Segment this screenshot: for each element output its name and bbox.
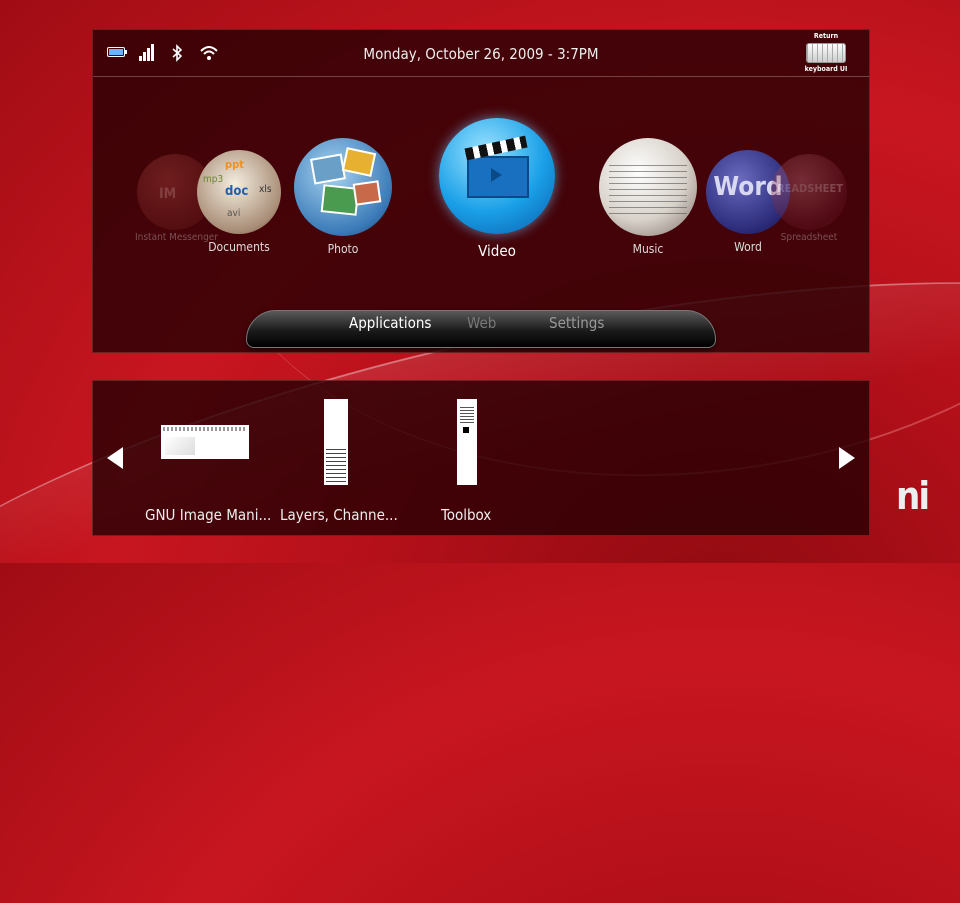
window-preview xyxy=(161,425,249,459)
app-icon-text: avi xyxy=(227,208,241,219)
app-icon-text: READSHEET xyxy=(777,182,843,195)
app-label: Video xyxy=(478,242,516,260)
tab-settings[interactable]: Settings xyxy=(549,314,604,332)
documents-icon: ppt doc mp3 xls avi xyxy=(197,150,281,234)
app-spreadsheet[interactable]: READSHEET Spreadsheet xyxy=(769,154,849,243)
app-icon-text: mp3 xyxy=(203,174,224,185)
return-keyboard-ui-button[interactable]: Return keyboard UI xyxy=(803,32,849,76)
window-title: Toolbox xyxy=(441,506,492,524)
app-label: Spreadsheet xyxy=(780,232,838,243)
window-thumbnail-layers[interactable] xyxy=(324,399,348,485)
app-music[interactable]: Music xyxy=(596,138,700,256)
tab-applications[interactable]: Applications xyxy=(349,314,431,332)
scroll-left-arrow-icon[interactable] xyxy=(107,447,123,469)
window-preview xyxy=(324,399,348,485)
spreadsheet-icon: READSHEET xyxy=(771,154,847,230)
app-label: Photo xyxy=(327,242,359,256)
video-clapperboard-icon xyxy=(439,118,555,234)
keyboard-icon xyxy=(806,43,846,63)
window-title: Layers, Channe... xyxy=(280,506,398,524)
tab-web[interactable]: Web xyxy=(467,314,496,332)
keyboard-button-label: keyboard UI xyxy=(804,65,848,73)
app-documents[interactable]: ppt doc mp3 xls avi Documents xyxy=(197,150,281,254)
status-bar: Monday, October 26, 2009 - 3:7PM Return … xyxy=(93,30,869,77)
ni-logo: ni xyxy=(896,474,930,518)
keyboard-button-label: Return xyxy=(813,32,839,40)
window-preview xyxy=(457,399,477,485)
date-time: Monday, October 26, 2009 - 3:7PM xyxy=(363,45,599,63)
window-switcher-panel: GNU Image Mani... Layers, Channe... Tool… xyxy=(92,380,870,536)
window-title: GNU Image Mani... xyxy=(145,506,272,524)
window-thumbnail-gimp[interactable] xyxy=(161,425,249,459)
launcher-panel: Monday, October 26, 2009 - 3:7PM Return … xyxy=(92,29,870,353)
app-icon-text: doc xyxy=(225,184,249,199)
app-icon-text: xls xyxy=(259,184,272,195)
window-thumbnail-toolbox[interactable] xyxy=(457,399,477,485)
category-tab-bar: Applications Web Settings xyxy=(246,310,716,350)
photo-icon xyxy=(294,138,392,236)
app-video[interactable]: Video xyxy=(437,118,557,260)
app-icon-text: ppt xyxy=(225,158,244,171)
app-label: Documents xyxy=(208,240,270,254)
app-photo[interactable]: Photo xyxy=(291,138,395,256)
app-icon-text: IM xyxy=(159,186,177,202)
sheet-music-icon xyxy=(599,138,697,236)
app-label: Music xyxy=(632,242,664,256)
scroll-right-arrow-icon[interactable] xyxy=(839,447,855,469)
